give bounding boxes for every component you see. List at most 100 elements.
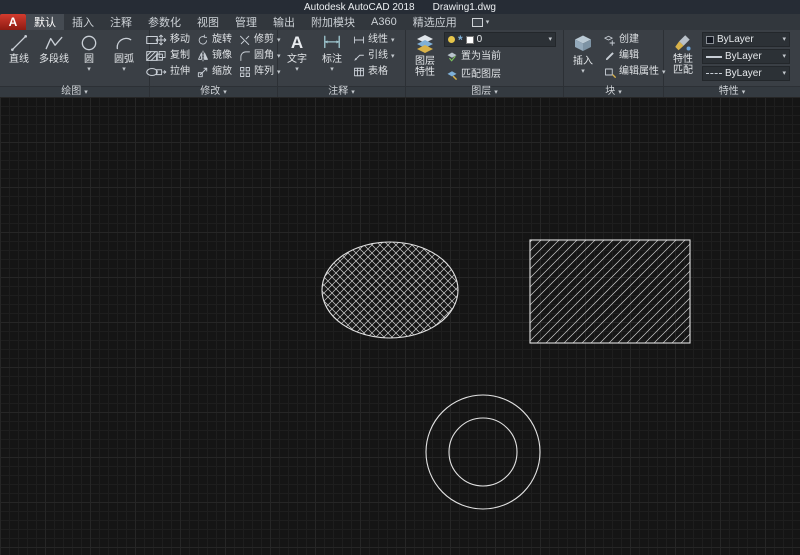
tab-annotate[interactable]: 注释: [102, 14, 140, 30]
dimension-button[interactable]: 标注 ▾: [316, 32, 348, 74]
block-panel-footer[interactable]: 块▾: [564, 87, 664, 97]
properties-panel-footer[interactable]: 特性▾: [664, 87, 800, 97]
model-space-canvas[interactable]: [0, 97, 800, 555]
tab-featured-apps[interactable]: 精选应用: [405, 14, 465, 30]
titlebar: Autodesk AutoCAD 2018 Drawing1.dwg: [0, 0, 800, 14]
tab-a360[interactable]: A360: [363, 14, 405, 30]
create-block-label: 创建: [619, 32, 639, 48]
chevron-down-icon: ▾: [351, 89, 355, 96]
layer-properties-icon: [414, 33, 436, 55]
lineweight-dropdown[interactable]: ByLayer ▾: [702, 49, 790, 64]
tab-manage[interactable]: 管理: [227, 14, 265, 30]
chevron-down-icon: ▾: [295, 66, 299, 73]
line-icon: [9, 33, 29, 53]
rect-shape[interactable]: [530, 240, 690, 343]
polyline-icon: [44, 33, 64, 53]
polyline-button[interactable]: 多段线: [38, 32, 70, 66]
rotate-label: 旋转: [212, 32, 232, 48]
match-layer-label: 匹配图层: [461, 67, 501, 83]
autocad-logo-icon[interactable]: A: [0, 14, 26, 30]
ribbon-display-toggle[interactable]: ▾: [465, 14, 497, 30]
tab-view[interactable]: 视图: [189, 14, 227, 30]
copy-label: 复制: [170, 48, 190, 64]
line-button[interactable]: 直线: [3, 32, 35, 66]
fillet-icon: [239, 50, 251, 62]
edit-attributes-icon: [604, 66, 616, 78]
layer-color-swatch: [466, 36, 474, 44]
modify-panel-footer[interactable]: 修改▾: [150, 87, 278, 97]
edit-attributes-button[interactable]: 编辑属性 ▾: [602, 64, 668, 80]
current-layer-value: 0: [477, 34, 483, 45]
circle-shape[interactable]: [426, 395, 540, 509]
make-current-label: 置为当前: [461, 49, 501, 65]
layers-panel-footer[interactable]: 图层▾: [406, 87, 564, 97]
draw-footer-label: 绘图: [61, 87, 81, 97]
text-button[interactable]: A 文字 ▾: [281, 32, 313, 74]
edit-block-button[interactable]: 编辑: [602, 48, 668, 64]
chevron-down-icon: ▾: [84, 89, 88, 96]
chevron-down-icon: ▾: [122, 66, 126, 73]
edit-attributes-label: 编辑属性: [619, 64, 659, 80]
object-color-swatch-icon: [706, 36, 714, 44]
modify-footer-label: 修改: [200, 87, 220, 97]
leader-icon: [353, 50, 365, 62]
layers-footer-label: 图层: [471, 87, 491, 97]
layer-select-dropdown[interactable]: * 0 ▾: [444, 32, 556, 47]
tab-default[interactable]: 默认: [26, 14, 64, 30]
chevron-down-icon: ▾: [223, 89, 227, 96]
mirror-button[interactable]: 镜像: [195, 48, 234, 64]
copy-button[interactable]: 复制: [153, 48, 192, 64]
array-label: 阵列: [254, 64, 274, 80]
fillet-label: 圆角: [254, 48, 274, 64]
tab-parametric[interactable]: 参数化: [140, 14, 189, 30]
table-button[interactable]: 表格: [351, 64, 397, 80]
ribbon: 直线 多段线 圆 ▾ 圆弧 ▾: [0, 30, 800, 86]
linear-dimension-button[interactable]: 线性 ▾: [351, 32, 397, 48]
scale-button[interactable]: 缩放: [195, 64, 234, 80]
linear-dimension-icon: [353, 34, 365, 46]
arc-icon: [114, 33, 134, 53]
tab-output[interactable]: 输出: [265, 14, 303, 30]
annotate-footer-label: 注释: [328, 87, 348, 97]
chevron-down-icon: ▾: [330, 66, 334, 73]
layer-freeze-icon: *: [458, 35, 463, 45]
move-button[interactable]: 移动: [153, 32, 192, 48]
trim-button[interactable]: 修剪 ▾: [237, 32, 283, 48]
chevron-down-icon: ▾: [742, 89, 746, 96]
copy-icon: [155, 50, 167, 62]
arc-label: 圆弧: [114, 54, 134, 65]
object-color-value: ByLayer: [717, 34, 754, 45]
fillet-button[interactable]: 圆角 ▾: [237, 48, 283, 64]
make-current-button[interactable]: 置为当前: [444, 49, 556, 65]
create-block-button[interactable]: 创建: [602, 32, 668, 48]
dimension-label: 标注: [322, 54, 342, 65]
text-icon: A: [291, 33, 303, 53]
arc-button[interactable]: 圆弧 ▾: [108, 32, 140, 74]
annotate-panel-footer[interactable]: 注释▾: [278, 87, 406, 97]
match-properties-button[interactable]: 特性匹配: [667, 32, 699, 77]
logo-glyph: A: [9, 15, 18, 29]
panel-draw: 直线 多段线 圆 ▾ 圆弧 ▾: [0, 30, 150, 86]
tab-insert[interactable]: 插入: [64, 14, 102, 30]
insert-block-button[interactable]: 插入 ▾: [567, 32, 599, 76]
tab-add-ins[interactable]: 附加模块: [303, 14, 363, 30]
chevron-down-icon: ▾: [618, 89, 622, 96]
properties-footer-label: 特性: [719, 87, 739, 97]
object-color-dropdown[interactable]: ByLayer ▾: [702, 32, 790, 47]
array-button[interactable]: 阵列 ▾: [237, 64, 283, 80]
circle-shape[interactable]: [449, 418, 517, 486]
linetype-dropdown[interactable]: ByLayer ▾: [702, 66, 790, 81]
rotate-button[interactable]: 旋转: [195, 32, 234, 48]
trim-icon: [239, 34, 251, 46]
trim-label: 修剪: [254, 32, 274, 48]
chevron-down-icon: ▾: [581, 68, 585, 75]
table-icon: [353, 66, 365, 78]
stretch-button[interactable]: 拉伸: [153, 64, 192, 80]
layer-properties-button[interactable]: 图层特性: [409, 32, 441, 79]
match-layer-button[interactable]: 匹配图层: [444, 67, 556, 83]
circle-button[interactable]: 圆 ▾: [73, 32, 105, 74]
draw-panel-footer[interactable]: 绘图▾: [0, 87, 150, 97]
leader-button[interactable]: 引线 ▾: [351, 48, 397, 64]
ellipse-shape[interactable]: [322, 242, 458, 338]
stretch-label: 拉伸: [170, 64, 190, 80]
